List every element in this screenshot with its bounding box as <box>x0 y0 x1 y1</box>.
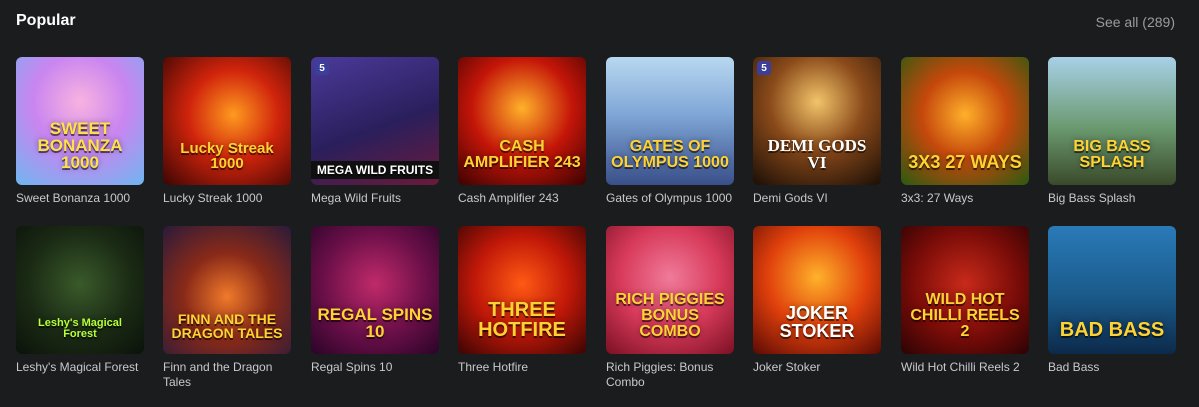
game-grid: SWEET BONANZA 1000 Sweet Bonanza 1000 Lu… <box>16 57 1176 396</box>
game-title[interactable]: Mega Wild Fruits <box>311 191 439 206</box>
game-title[interactable]: Sweet Bonanza 1000 <box>16 191 144 206</box>
game-thumbnail[interactable]: REGAL SPINS 10 <box>311 226 439 354</box>
game-logo: 3X3 27 WAYS <box>908 152 1022 172</box>
game-row: SWEET BONANZA 1000 Sweet Bonanza 1000 Lu… <box>16 57 1176 227</box>
game-card[interactable]: JOKER STOKER Joker Stoker <box>753 226 881 375</box>
game-card[interactable]: Leshy's Magical Forest Leshy's Magical F… <box>16 226 144 375</box>
game-title[interactable]: Joker Stoker <box>753 360 881 375</box>
game-logo: REGAL SPINS 10 <box>317 305 433 341</box>
game-title[interactable]: Leshy's Magical Forest <box>16 360 144 375</box>
game-title[interactable]: Demi Gods VI <box>753 191 881 206</box>
game-card[interactable]: 3X3 27 WAYS 3x3: 27 Ways <box>901 57 1029 206</box>
provider-badge-icon: 5 <box>315 61 329 75</box>
game-logo: FINN AND THE DRAGON TALES <box>171 311 283 341</box>
game-thumbnail[interactable]: BAD BASS <box>1048 226 1176 354</box>
game-logo: THREE HOTFIRE <box>478 299 566 341</box>
game-card[interactable]: FINN AND THE DRAGON TALES Finn and the D… <box>163 226 291 390</box>
game-thumbnail[interactable]: SWEET BONANZA 1000 <box>16 57 144 185</box>
game-thumbnail[interactable]: 5 DEMI GODS VI <box>753 57 881 185</box>
game-thumbnail[interactable]: JOKER STOKER <box>753 226 881 354</box>
game-logo: Lucky Streak 1000 <box>180 140 274 172</box>
game-logo: BIG BASS SPLASH <box>1073 138 1151 171</box>
game-card[interactable]: WILD HOT Chilli Reels 2 Wild Hot Chilli … <box>901 226 1029 375</box>
game-title[interactable]: 3x3: 27 Ways <box>901 191 1029 206</box>
game-thumbnail[interactable]: FINN AND THE DRAGON TALES <box>163 226 291 354</box>
game-title[interactable]: Cash Amplifier 243 <box>458 191 586 206</box>
game-thumbnail[interactable]: CASH AMPLIFIER 243 <box>458 57 586 185</box>
game-card[interactable]: REGAL SPINS 10 Regal Spins 10 <box>311 226 439 375</box>
game-logo: DEMI GODS VI <box>767 136 867 172</box>
section-header: Popular See all (289) <box>16 12 1175 34</box>
game-logo: CASH AMPLIFIER 243 <box>463 138 581 171</box>
game-logo: SWEET BONANZA 1000 <box>37 119 123 172</box>
game-logo: BAD BASS <box>1059 319 1165 341</box>
game-thumbnail[interactable]: THREE HOTFIRE <box>458 226 586 354</box>
game-card[interactable]: CASH AMPLIFIER 243 Cash Amplifier 243 <box>458 57 586 206</box>
game-thumbnail[interactable]: WILD HOT Chilli Reels 2 <box>901 226 1029 354</box>
game-card[interactable]: BIG BASS SPLASH Big Bass Splash <box>1048 57 1176 206</box>
game-title[interactable]: Bad Bass <box>1048 360 1176 375</box>
game-card[interactable]: BAD BASS Bad Bass <box>1048 226 1176 375</box>
game-title[interactable]: Regal Spins 10 <box>311 360 439 375</box>
game-title[interactable]: Big Bass Splash <box>1048 191 1176 206</box>
game-logo: Leshy's Magical Forest <box>38 317 122 340</box>
game-thumbnail[interactable]: Lucky Streak 1000 <box>163 57 291 185</box>
game-logo: RICH PIGGIES BONUS COMBO <box>615 291 725 340</box>
game-title[interactable]: Rich Piggies: Bonus Combo <box>606 360 734 390</box>
game-logo: JOKER STOKER <box>779 303 855 341</box>
game-card[interactable]: Lucky Streak 1000 Lucky Streak 1000 <box>163 57 291 206</box>
game-thumbnail[interactable]: 5 MEGA WILD FRUITS <box>311 57 439 185</box>
game-thumbnail[interactable]: Gates of OLYMPUS 1000 <box>606 57 734 185</box>
game-title[interactable]: Wild Hot Chilli Reels 2 <box>901 360 1029 375</box>
section-title: Popular <box>16 12 76 29</box>
game-thumbnail[interactable]: 3X3 27 WAYS <box>901 57 1029 185</box>
game-card[interactable]: Gates of OLYMPUS 1000 Gates of Olympus 1… <box>606 57 734 206</box>
game-thumbnail[interactable]: RICH PIGGIES BONUS COMBO <box>606 226 734 354</box>
see-all-link[interactable]: See all (289) <box>1096 14 1175 30</box>
game-row: Leshy's Magical Forest Leshy's Magical F… <box>16 226 1176 396</box>
game-title[interactable]: Three Hotfire <box>458 360 586 375</box>
game-thumbnail[interactable]: BIG BASS SPLASH <box>1048 57 1176 185</box>
game-logo: Gates of OLYMPUS 1000 <box>611 138 729 171</box>
game-card[interactable]: THREE HOTFIRE Three Hotfire <box>458 226 586 375</box>
game-logo: WILD HOT Chilli Reels 2 <box>910 291 1020 340</box>
game-logo: MEGA WILD FRUITS <box>311 161 439 179</box>
game-card[interactable]: SWEET BONANZA 1000 Sweet Bonanza 1000 <box>16 57 144 206</box>
game-title[interactable]: Finn and the Dragon Tales <box>163 360 291 390</box>
game-card[interactable]: 5 DEMI GODS VI Demi Gods VI <box>753 57 881 206</box>
game-thumbnail[interactable]: Leshy's Magical Forest <box>16 226 144 354</box>
game-card[interactable]: RICH PIGGIES BONUS COMBO Rich Piggies: B… <box>606 226 734 390</box>
game-title[interactable]: Lucky Streak 1000 <box>163 191 291 206</box>
game-card[interactable]: 5 MEGA WILD FRUITS Mega Wild Fruits <box>311 57 439 206</box>
provider-badge-icon: 5 <box>757 61 771 75</box>
game-title[interactable]: Gates of Olympus 1000 <box>606 191 734 206</box>
